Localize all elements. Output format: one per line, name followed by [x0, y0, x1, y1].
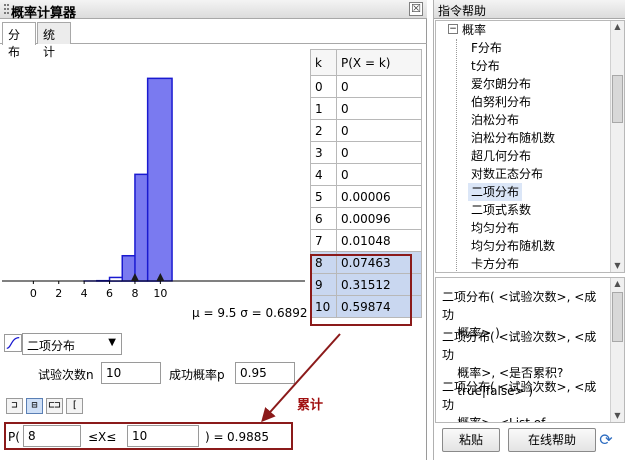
tree-item[interactable]: 均匀分布随机数 — [468, 237, 558, 255]
distribution-select-value: 二项分布 — [27, 339, 76, 353]
column-header-probability: P(X = k) — [336, 49, 422, 76]
tree-item[interactable]: t分布 — [468, 57, 503, 75]
tree-root-label: 概率 — [462, 23, 487, 37]
column-header-k: k — [310, 49, 337, 76]
tree-item[interactable]: 伯努利分布 — [468, 93, 534, 111]
table-row[interactable]: 7 0.01048 — [310, 229, 422, 252]
probability-cell: 0 — [336, 75, 422, 98]
probability-row: P( 8 ≤X≤ 10 ) = 0.9885 — [0, 422, 427, 450]
calculator-titlebar[interactable]: 概率计算器 ☒ — [0, 0, 427, 21]
trials-label: 试验次数n — [38, 368, 94, 382]
x-tick-label: 8 — [131, 287, 138, 300]
two-tailed-button[interactable]: ⊏⊐ — [46, 398, 63, 414]
right-sided-button[interactable]: [ — [66, 398, 83, 414]
scroll-up-icon[interactable]: ▲ — [612, 21, 623, 33]
k-cell: 3 — [310, 141, 337, 164]
tree-item[interactable]: 泊松分布随机数 — [468, 129, 558, 147]
syntax-scroll-thumb[interactable] — [612, 292, 623, 342]
tree-item[interactable]: 二项分布 — [468, 183, 523, 201]
tree-item[interactable]: F分布 — [468, 39, 505, 57]
x-tick-label: 0 — [30, 287, 37, 300]
paste-button[interactable]: 粘贴 — [442, 428, 500, 452]
tab-statistics[interactable]: 统计 — [37, 22, 71, 59]
probability-cell: 0.00096 — [336, 207, 422, 230]
syntax-panel: 二项分布( <试验次数>, <成功 概率> ) 二项分布( <试验次数>, <成… — [435, 277, 625, 423]
success-probability-input[interactable]: 0.95 — [235, 362, 295, 384]
interval-button[interactable]: ⊟ — [26, 398, 43, 414]
syntax-line-3[interactable]: 二项分布( <试验次数>, <成功 概率>, <List of — [442, 378, 604, 422]
mean-sd-label: μ = 9.5 σ = 0.6892 — [192, 306, 307, 320]
probability-cell: 0 — [336, 141, 422, 164]
calculator-title: 概率计算器 — [11, 6, 77, 21]
tree-item[interactable]: 卡方分布 — [468, 255, 522, 272]
tree-item[interactable]: 二项式系数 — [468, 201, 534, 219]
tree-guide-line — [456, 39, 457, 272]
trials-input[interactable]: 10 — [101, 362, 161, 384]
tree-item[interactable]: 均匀分布 — [468, 219, 522, 237]
interval-type-buttons: ⊐ ⊟ ⊏⊐ [ — [6, 398, 86, 416]
tab-distribution[interactable]: 分布 — [2, 22, 36, 59]
distribution-plot: 0 2 4 6 8 10 μ = 9.5 σ = 0.6892 — [2, 77, 307, 320]
k-cell: 6 — [310, 207, 337, 230]
probability-result: 0.9885 — [227, 430, 269, 444]
tree-item[interactable]: 爱尔朗分布 — [468, 75, 534, 93]
table-row[interactable]: 40 — [310, 163, 422, 186]
chevron-down-icon: ▼ — [108, 337, 116, 348]
scroll-up-icon[interactable]: ▲ — [612, 278, 623, 290]
k-cell: 4 — [310, 163, 337, 186]
tree-scroll-thumb[interactable] — [612, 75, 623, 123]
probability-prefix: P( — [8, 430, 20, 444]
table-row[interactable]: 30 — [310, 141, 422, 164]
lower-bound-input[interactable]: 8 — [23, 425, 81, 447]
command-help-window: 指令帮助 − 概率 F分布 t分布 爱尔朗分布 伯努利分布 泊松分布 泊松分布随机数 超几何… — [433, 0, 625, 460]
command-tree: − 概率 F分布 t分布 爱尔朗分布 伯努利分布 泊松分布 泊松分布随机数 超几何分布 对数正… — [435, 20, 625, 273]
distribution-row: 二项分布 ▼ — [0, 332, 427, 356]
online-help-button[interactable]: 在线帮助 — [508, 428, 596, 452]
k-cell: 5 — [310, 185, 337, 208]
syntax-scrollbar[interactable]: ▲ ▼ — [610, 278, 624, 422]
k-cell: 0 — [310, 75, 337, 98]
tree-item[interactable]: 对数正态分布 — [468, 165, 546, 183]
probability-cell: 0 — [336, 163, 422, 186]
k-cell: 1 — [310, 97, 337, 120]
table-row[interactable]: 20 — [310, 119, 422, 142]
close-icon[interactable]: ☒ — [409, 2, 423, 16]
cumulative-annotation: 累计 — [297, 398, 324, 413]
table-row[interactable]: 5 0.00006 — [310, 185, 422, 208]
probability-middle: ≤X≤ — [88, 430, 117, 444]
k-cell: 7 — [310, 229, 337, 252]
probability-cell: 0 — [336, 119, 422, 142]
tree-scrollbar[interactable]: ▲ ▼ — [610, 21, 624, 272]
drag-grip-icon[interactable] — [4, 4, 10, 16]
scroll-down-icon[interactable]: ▼ — [612, 410, 623, 422]
probability-calculator-window: 概率计算器 ☒ 分布 统计 0 2 4 6 8 10 μ = 9.5 σ = 0.6892… — [0, 0, 427, 460]
refresh-icon[interactable]: ⟳ — [597, 430, 615, 450]
x-tick-label: 10 — [153, 287, 167, 300]
pdf-curve-icon[interactable] — [4, 334, 22, 352]
tree-item[interactable]: 超几何分布 — [468, 147, 534, 165]
probability-equals: ) = — [205, 430, 224, 444]
left-sided-button[interactable]: ⊐ — [6, 398, 23, 414]
bar-k-10 — [146, 77, 173, 282]
table-row[interactable]: 10 — [310, 97, 422, 120]
tree-item[interactable]: 泊松分布 — [468, 111, 522, 129]
distribution-select[interactable]: 二项分布 ▼ — [22, 333, 122, 355]
k-cell: 2 — [310, 119, 337, 142]
scroll-down-icon[interactable]: ▼ — [612, 260, 623, 272]
table-row[interactable]: 00 — [310, 75, 422, 98]
table-header: k P(X = k) — [310, 49, 422, 76]
probability-cell: 0.00006 — [336, 185, 422, 208]
help-title: 指令帮助 — [434, 0, 625, 19]
collapse-icon[interactable]: − — [448, 24, 458, 34]
x-tick-label: 2 — [55, 287, 62, 300]
upper-bound-input[interactable]: 10 — [127, 425, 199, 447]
probability-cell: 0 — [336, 97, 422, 120]
x-tick-label: 6 — [106, 287, 113, 300]
probability-cell: 0.01048 — [336, 229, 422, 252]
x-tick-label: 4 — [81, 287, 88, 300]
table-row[interactable]: 6 0.00096 — [310, 207, 422, 230]
table-highlight-box — [310, 254, 412, 326]
success-probability-label: 成功概率p — [169, 368, 225, 382]
calculator-tabs: 分布 统计 — [0, 22, 427, 59]
